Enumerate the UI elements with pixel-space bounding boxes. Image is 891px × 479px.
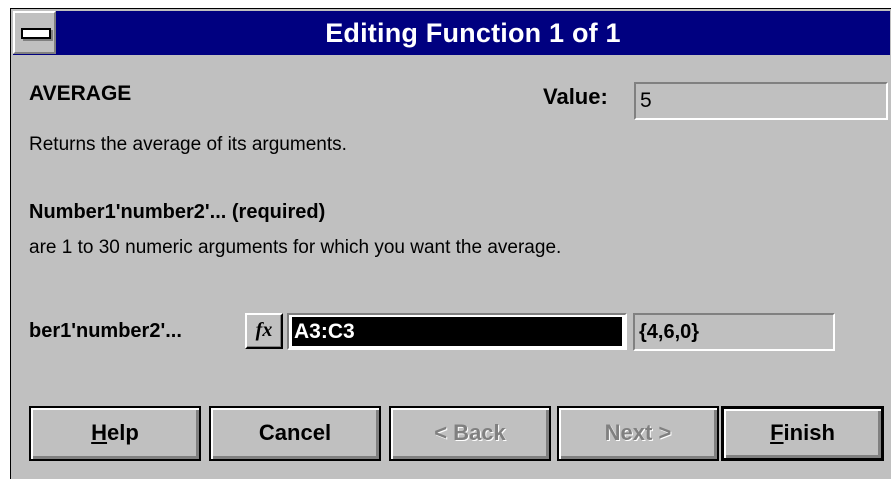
next-button[interactable]: Next > [557,406,719,461]
argument-description: are 1 to 30 numeric arguments for which … [29,237,562,258]
finish-label: inish [783,420,835,445]
finish-button[interactable]: Finish [721,406,884,461]
function-description: Returns the average of its arguments. [29,134,347,155]
value-label: Value: [543,84,608,109]
function-wizard-button[interactable]: fx [245,313,283,349]
function-name: AVERAGE [29,82,132,105]
help-button[interactable]: Help [29,406,201,461]
help-label: elp [107,420,139,445]
argument-input-value: A3:C3 [292,317,622,346]
argument-title: Number1'number2'... (required) [29,201,326,223]
argument-input[interactable]: A3:C3 [287,313,627,350]
title-bar[interactable]: Editing Function 1 of 1 [13,11,890,55]
window-title: Editing Function 1 of 1 [325,18,621,48]
argument-label: ber1'number2'... [29,320,182,342]
system-menu-icon [21,28,51,39]
editing-function-dialog: Editing Function 1 of 1 AVERAGE Value: 5… [10,8,891,479]
argument-result: {4,6,0} [633,313,835,351]
finish-access-key: F [770,420,784,445]
value-field: 5 [634,82,888,120]
cancel-button[interactable]: Cancel [209,406,381,461]
system-menu-button[interactable] [13,11,56,54]
fx-icon: fx [255,319,273,341]
help-access-key: H [91,420,108,445]
back-button[interactable]: < Back [389,406,551,461]
